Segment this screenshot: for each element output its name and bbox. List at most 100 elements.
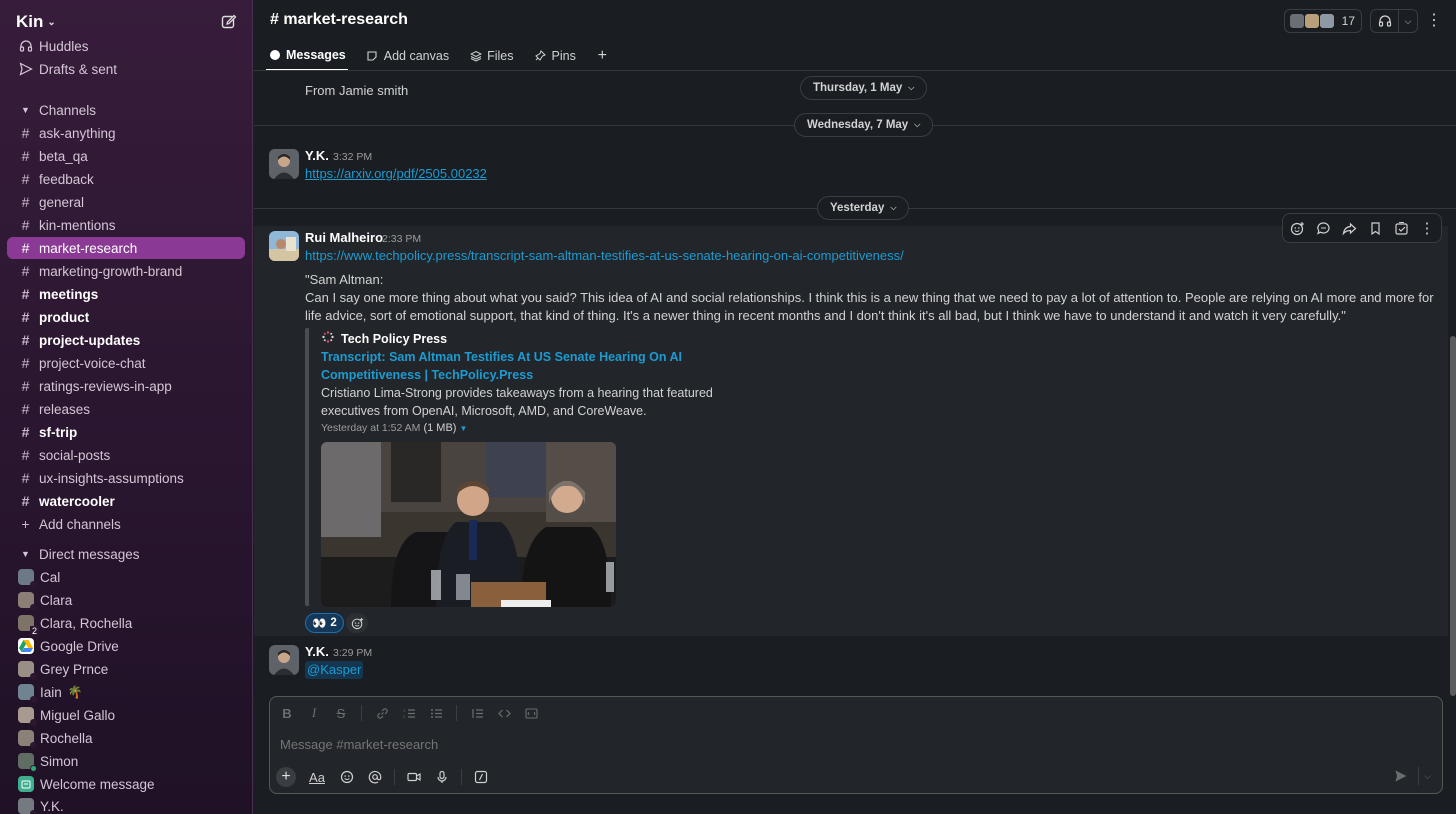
- scrollbar[interactable]: [1450, 336, 1456, 696]
- more-vertical-icon[interactable]: ⋮: [1426, 13, 1442, 29]
- blockquote-icon[interactable]: [470, 705, 484, 721]
- forward-icon[interactable]: [1340, 219, 1358, 237]
- microphone-icon[interactable]: [433, 768, 451, 786]
- sidebar-item-huddles[interactable]: Huddles: [7, 35, 245, 57]
- sidebar-item-kin-mentions[interactable]: # kin-mentions: [7, 214, 245, 236]
- bullet-list-icon[interactable]: [429, 705, 443, 721]
- date-divider-wednesday[interactable]: Wednesday, 7 May ⌵: [794, 113, 934, 137]
- preview-image[interactable]: [321, 442, 616, 607]
- sidebar-item-project-voice-chat[interactable]: # project-voice-chat: [7, 352, 245, 374]
- message-timestamp[interactable]: 3:32 PM: [333, 151, 372, 163]
- sidebar-item-drafts[interactable]: Drafts & sent: [7, 58, 245, 80]
- bookmark-icon[interactable]: [1366, 219, 1384, 237]
- sidebar-item-beta-qa[interactable]: # beta_qa: [7, 145, 245, 167]
- link-icon[interactable]: [375, 705, 389, 721]
- user-mention[interactable]: @Kasper: [305, 661, 364, 679]
- message-link[interactable]: https://www.techpolicy.press/transcript-…: [305, 248, 904, 263]
- sidebar-item-general[interactable]: # general: [7, 191, 245, 213]
- sidebar-item-product[interactable]: # product: [7, 306, 245, 328]
- sidebar-item-ask-anything[interactable]: # ask-anything: [7, 122, 245, 144]
- chevron-down-icon[interactable]: ⌵: [1418, 767, 1432, 785]
- sidebar-item-project-updates[interactable]: # project-updates: [7, 329, 245, 351]
- slash-command-icon[interactable]: [472, 768, 490, 786]
- dm-item-clara[interactable]: Clara: [7, 589, 245, 611]
- headphones-icon[interactable]: [1371, 10, 1399, 32]
- google-drive-icon: [18, 638, 34, 654]
- caret-down-icon[interactable]: ▼: [459, 424, 467, 433]
- add-channels-button[interactable]: + Add channels: [7, 513, 245, 535]
- message-author[interactable]: Y.K.: [305, 644, 329, 659]
- dm-item-google-drive[interactable]: Google Drive: [7, 635, 245, 657]
- compose-icon[interactable]: [220, 13, 238, 31]
- avatar[interactable]: [269, 645, 299, 675]
- send-icon[interactable]: [1392, 767, 1410, 785]
- sidebar-item-releases[interactable]: # releases: [7, 398, 245, 420]
- format-toggle-button[interactable]: Aa: [306, 768, 328, 786]
- channel-view: # market-research 17 ⌵ ⋮ Messages Add ca…: [254, 0, 1456, 814]
- hash-icon: #: [21, 171, 30, 187]
- sidebar-item-watercooler[interactable]: # watercooler: [7, 490, 245, 512]
- avatar[interactable]: [269, 231, 299, 261]
- dm-item-miguel-gallo[interactable]: Miguel Gallo: [7, 704, 245, 726]
- add-reaction-icon[interactable]: [346, 613, 368, 633]
- sidebar-item-market-research[interactable]: # market-research: [7, 237, 245, 259]
- sidebar-item-ratings-reviews[interactable]: # ratings-reviews-in-app: [7, 375, 245, 397]
- more-vertical-icon[interactable]: ⋮: [1418, 219, 1436, 237]
- message-input[interactable]: [280, 737, 1280, 752]
- date-divider-thursday[interactable]: Thursday, 1 May ⌵: [800, 76, 928, 100]
- tab-messages[interactable]: Messages: [266, 44, 348, 71]
- bold-icon[interactable]: B: [280, 705, 294, 721]
- attach-plus-icon[interactable]: +: [276, 767, 296, 787]
- sidebar-item-sf-trip[interactable]: # sf-trip: [7, 421, 245, 443]
- dm-item-iain[interactable]: Iain 🌴: [7, 681, 245, 703]
- members-button[interactable]: 17: [1283, 9, 1362, 33]
- sidebar-item-feedback[interactable]: # feedback: [7, 168, 245, 190]
- sidebar-item-marketing-growth-brand[interactable]: # marketing-growth-brand: [7, 260, 245, 282]
- dm-item-yk[interactable]: Y.K.: [7, 795, 245, 814]
- message-link[interactable]: https://arxiv.org/pdf/2505.00232: [305, 166, 487, 181]
- sidebar-item-ux-insights[interactable]: # ux-insights-assumptions: [7, 467, 245, 489]
- dm-item-cal[interactable]: Cal: [7, 566, 245, 588]
- message-timestamp[interactable]: 2:33 PM: [382, 233, 421, 245]
- sidebar-item-meetings[interactable]: # meetings: [7, 283, 245, 305]
- apps-actions-icon[interactable]: [1392, 219, 1410, 237]
- dm-item-grey-prnce[interactable]: Grey Prnce: [7, 658, 245, 680]
- channel-title[interactable]: # market-research: [270, 11, 408, 29]
- chevron-down-icon: ⌵: [890, 203, 897, 212]
- avatar[interactable]: [269, 149, 299, 179]
- italic-icon[interactable]: I: [307, 705, 321, 721]
- add-tab-button[interactable]: +: [594, 44, 611, 68]
- ordered-list-icon[interactable]: 12: [402, 705, 416, 721]
- reply-thread-icon[interactable]: [1314, 219, 1332, 237]
- emoji-icon[interactable]: [338, 768, 356, 786]
- dm-item-rochella[interactable]: Rochella: [7, 727, 245, 749]
- dm-section-header[interactable]: ▼ Direct messages: [7, 543, 245, 565]
- tab-add-canvas[interactable]: Add canvas: [364, 44, 451, 68]
- link-preview: Tech Policy Press Transcript: Sam Altman…: [305, 328, 775, 607]
- message-author[interactable]: Y.K.: [305, 148, 329, 163]
- tab-pins[interactable]: Pins: [532, 44, 578, 68]
- preview-title[interactable]: Transcript: Sam Altman Testifies At US S…: [321, 348, 771, 384]
- video-icon[interactable]: [405, 768, 423, 786]
- channel-label: sf-trip: [39, 424, 78, 440]
- message-author[interactable]: Rui Malheiro: [305, 230, 383, 245]
- code-icon[interactable]: [497, 705, 511, 721]
- dm-item-welcome-message[interactable]: Welcome message: [7, 773, 245, 795]
- channel-label: releases: [39, 401, 91, 417]
- date-divider-yesterday[interactable]: Yesterday ⌵: [817, 196, 910, 220]
- dm-item-clara-rochella[interactable]: 2 Clara, Rochella: [7, 612, 245, 636]
- message-timestamp[interactable]: 3:29 PM: [333, 647, 372, 659]
- strikethrough-icon[interactable]: S: [334, 705, 348, 721]
- sidebar-item-social-posts[interactable]: # social-posts: [7, 444, 245, 466]
- reaction-eyes[interactable]: 👀 2: [305, 613, 344, 633]
- tab-files[interactable]: Files: [467, 44, 515, 68]
- mention-icon[interactable]: [366, 768, 384, 786]
- channels-section-header[interactable]: ▼ Channels: [7, 99, 245, 121]
- workspace-switcher[interactable]: Kin ⌄: [16, 12, 56, 32]
- add-reaction-icon[interactable]: [1288, 219, 1306, 237]
- channel-label: general: [39, 194, 85, 210]
- dm-item-simon[interactable]: Simon: [7, 750, 245, 772]
- chevron-down-icon[interactable]: ⌵: [1399, 16, 1417, 27]
- code-block-icon[interactable]: [524, 705, 538, 721]
- huddle-button[interactable]: ⌵: [1370, 9, 1418, 33]
